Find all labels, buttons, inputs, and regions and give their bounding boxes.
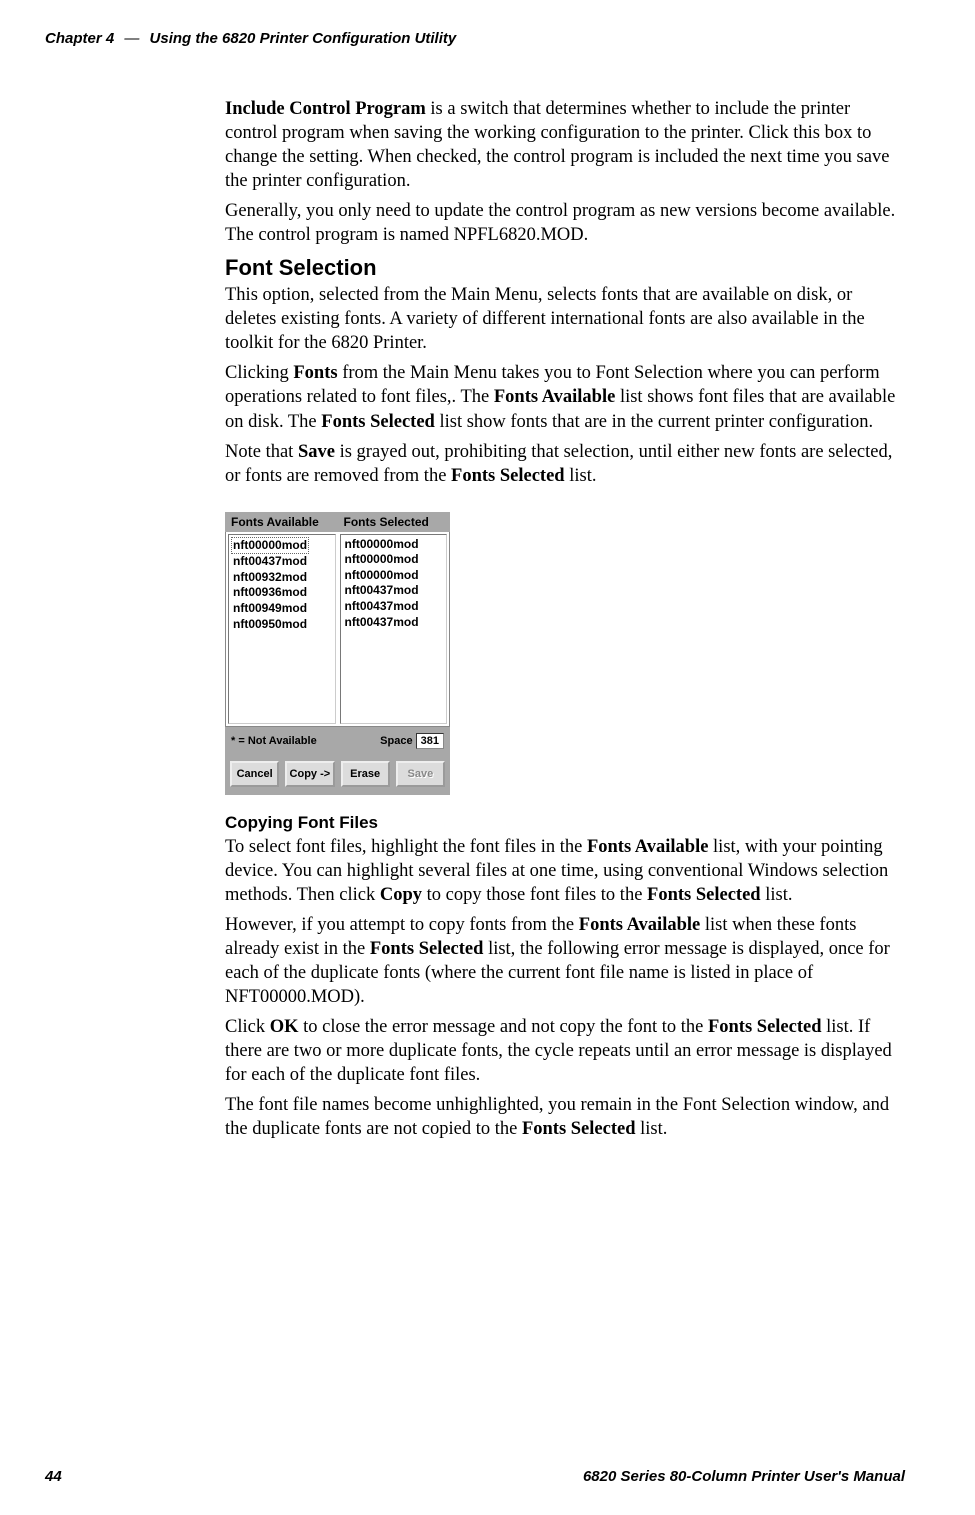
page-number: 44: [45, 1468, 62, 1485]
p8a: Click: [225, 1017, 270, 1037]
p6g: list.: [761, 885, 793, 905]
p5e: list.: [565, 466, 597, 486]
copy-button[interactable]: Copy ->: [285, 761, 334, 787]
chapter-title: Using the 6820 Printer Configuration Uti…: [150, 30, 457, 47]
paragraph-clicking-fonts: Clicking Fonts from the Main Menu takes …: [225, 361, 905, 433]
list-item[interactable]: nft00936mod: [233, 585, 331, 601]
list-item[interactable]: nft00932mod: [233, 570, 331, 586]
p6f: Fonts Selected: [647, 885, 761, 905]
panel-header: Fonts Available Fonts Selected: [225, 512, 450, 532]
fonts-selected-listbox[interactable]: nft00000mod nft00000mod nft00000mod nft0…: [340, 534, 448, 724]
list-item[interactable]: nft00437mod: [345, 615, 443, 631]
font-selection-panel: Fonts Available Fonts Selected nft00000m…: [225, 512, 450, 795]
list-item[interactable]: nft00437mod: [345, 599, 443, 615]
p9c: list.: [636, 1119, 668, 1139]
p6e: to copy those font files to the: [422, 885, 647, 905]
heading-copying-font-files: Copying Font Files: [225, 813, 905, 833]
p6d: Copy: [380, 885, 422, 905]
p8d: Fonts Selected: [708, 1017, 822, 1037]
paragraph-however: However, if you attempt to copy fonts fr…: [225, 913, 905, 1009]
cancel-button[interactable]: Cancel: [230, 761, 279, 787]
paragraph-click-ok: Click OK to close the error message and …: [225, 1015, 905, 1087]
list-item[interactable]: nft00000mod: [231, 537, 309, 555]
include-control-label: Include Control Program: [225, 99, 426, 119]
list-item[interactable]: nft00000mod: [345, 568, 443, 584]
list-item[interactable]: nft00949mod: [233, 601, 331, 617]
list-area: nft00000mod nft00437mod nft00932mod nft0…: [225, 532, 450, 727]
space-label: Space: [380, 735, 412, 747]
space-value: 381: [416, 733, 444, 749]
list-item[interactable]: nft00000mod: [345, 537, 443, 553]
p5a: Note that: [225, 442, 298, 462]
paragraph-note-save: Note that Save is grayed out, prohibitin…: [225, 440, 905, 488]
p6a: To select font files, highlight the font…: [225, 837, 587, 857]
main-content: Include Control Program is a switch that…: [225, 97, 905, 1141]
paragraph-unhighlighted: The font file names become unhighlighted…: [225, 1093, 905, 1141]
p4a: Clicking: [225, 363, 293, 383]
manual-title: 6820 Series 80-Column Printer User's Man…: [583, 1468, 905, 1485]
list-item[interactable]: nft00437mod: [345, 583, 443, 599]
save-button: Save: [396, 761, 445, 787]
heading-font-selection: Font Selection: [225, 255, 905, 281]
list-item[interactable]: nft00950mod: [233, 617, 331, 633]
p6b: Fonts Available: [587, 837, 708, 857]
paragraph-font-option: This option, selected from the Main Menu…: [225, 283, 905, 355]
p7d: Fonts Selected: [370, 939, 484, 959]
not-available-legend: * = Not Available: [231, 735, 317, 747]
list-item[interactable]: nft00437mod: [233, 554, 331, 570]
fonts-available-listbox[interactable]: nft00000mod nft00437mod nft00932mod nft0…: [228, 534, 336, 724]
status-row: * = Not Available Space 381: [225, 727, 450, 755]
p7a: However, if you attempt to copy fonts fr…: [225, 915, 579, 935]
chapter-number: Chapter 4: [45, 30, 114, 47]
button-row: Cancel Copy -> Erase Save: [225, 755, 450, 795]
p4b: Fonts: [293, 363, 337, 383]
erase-button[interactable]: Erase: [341, 761, 390, 787]
list-item[interactable]: nft00000mod: [345, 552, 443, 568]
page-header: Chapter 4 — Using the 6820 Printer Confi…: [45, 30, 905, 47]
p7b: Fonts Available: [579, 915, 700, 935]
p5b: Save: [298, 442, 335, 462]
p8b: OK: [270, 1017, 299, 1037]
p5d: Fonts Selected: [451, 466, 565, 486]
header-fonts-selected: Fonts Selected: [338, 512, 451, 532]
space-group: Space 381: [380, 733, 444, 749]
p8c: to close the error message and not copy …: [299, 1017, 708, 1037]
p4d: Fonts Available: [494, 387, 615, 407]
paragraph-select-font-files: To select font files, highlight the font…: [225, 835, 905, 907]
p9b: Fonts Selected: [522, 1119, 636, 1139]
p4f: Fonts Selected: [321, 412, 435, 432]
paragraph-include-control: Include Control Program is a switch that…: [225, 97, 905, 193]
header-dash: —: [124, 30, 139, 47]
page-footer: 44 6820 Series 80-Column Printer User's …: [45, 1468, 905, 1485]
header-fonts-available: Fonts Available: [225, 512, 338, 532]
p4g: list show fonts that are in the current …: [435, 412, 873, 432]
paragraph-generally: Generally, you only need to update the c…: [225, 199, 905, 247]
